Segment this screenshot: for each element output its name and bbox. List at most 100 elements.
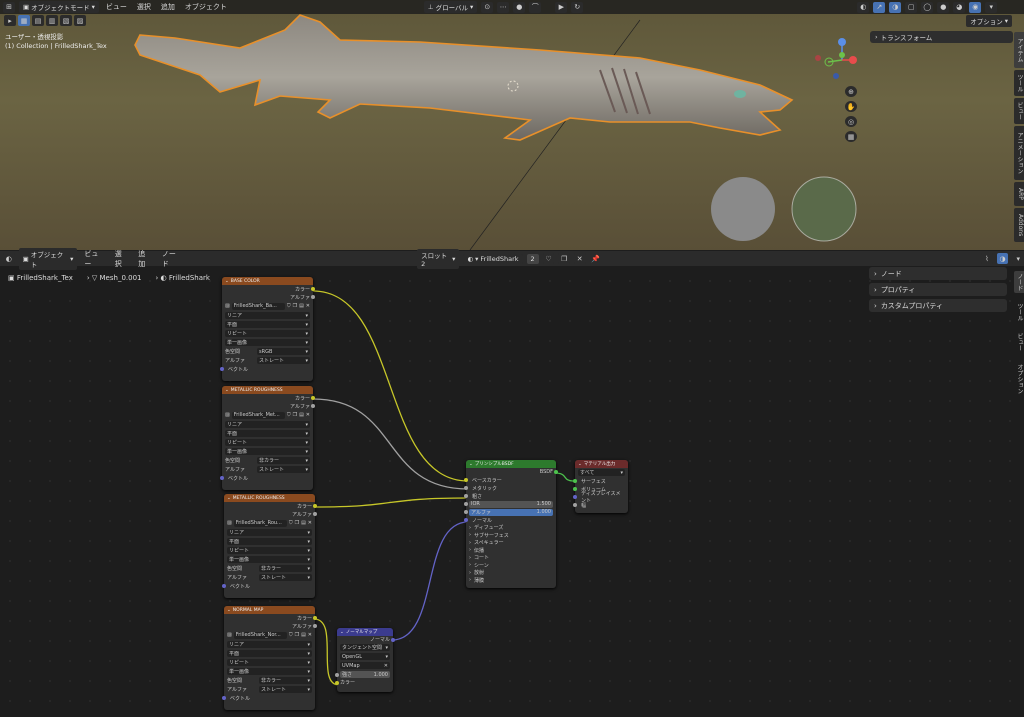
colorspace-dropdown[interactable]: 非カラー ▾ xyxy=(259,565,312,572)
vector-input-socket[interactable] xyxy=(220,476,224,480)
image-field[interactable]: FrilledShark_Met... xyxy=(231,411,285,419)
image-field[interactable]: FrilledShark_Nor... xyxy=(233,631,287,639)
camera-icon[interactable]: ◎ xyxy=(845,116,857,127)
alpha-field[interactable]: アルファ 1.000 xyxy=(469,508,553,516)
vector-input-socket[interactable] xyxy=(220,367,224,371)
3d-viewport[interactable]: ⊞ ▣ オブジェクトモード ▾ ビュー 選択 追加 オブジェクト ⊥ グローバル ▾ ⊙… xyxy=(0,0,1024,250)
normal-map-texture-node[interactable]: ⌄ NORMAL MAP カラー アルファ ▨ FrilledShark_Nor... ⛉ ❐… xyxy=(222,606,317,710)
source-dropdown[interactable]: 単一画像 ▾ xyxy=(225,448,310,455)
normal-map-header[interactable]: ⌄ ノーマルマップ xyxy=(337,628,393,636)
base-color-node[interactable]: ⌄ BASE COLOR カラー アルファ ▨ FrilledShark_Ba... ⛉ ❐ ▤… xyxy=(220,277,315,381)
strength-socket[interactable] xyxy=(335,672,339,677)
basecolor-socket[interactable] xyxy=(464,478,468,482)
roughness-socket[interactable] xyxy=(464,494,468,498)
extension-dropdown[interactable]: リピート ▾ xyxy=(227,547,312,554)
metallic-roughness-node-2[interactable]: ⌄ METALLIC ROUGHNESS カラー アルファ ▨ FrilledShark_… xyxy=(222,494,317,598)
shark-model[interactable] xyxy=(0,0,1010,250)
color-output-socket[interactable] xyxy=(313,616,317,620)
tab-tool[interactable]: ツール xyxy=(1014,70,1024,96)
texture-node-header[interactable]: ⌄ NORMAL MAP xyxy=(224,606,315,614)
duplicate-icon[interactable]: ❐ xyxy=(295,520,299,526)
shield-icon[interactable]: ⛉ xyxy=(289,520,293,526)
colorspace-dropdown[interactable]: sRGB ▾ xyxy=(257,348,310,355)
vector-input-socket[interactable] xyxy=(222,696,226,700)
extension-dropdown[interactable]: リピート ▾ xyxy=(225,330,310,337)
metallic-socket[interactable] xyxy=(464,486,468,490)
colorspace-dropdown[interactable]: 非カラー ▾ xyxy=(257,457,310,464)
normal-map-node[interactable]: ⌄ ノーマルマップ ノーマル タンジェント空間 ▾ OpenGL ▾ UVMap ✕ 強… xyxy=(335,628,395,692)
uvmap-field[interactable]: UVMap ✕ xyxy=(340,662,390,669)
collapse-icon[interactable]: ⌄ xyxy=(227,496,231,501)
extension-dropdown[interactable]: リピート ▾ xyxy=(227,659,312,666)
tab-item[interactable]: アイテム xyxy=(1014,32,1024,68)
bsdf-subpanel-3[interactable]: › 伝播 xyxy=(466,547,556,555)
bsdf-output-socket[interactable] xyxy=(554,470,558,474)
open-folder-icon[interactable]: ▤ xyxy=(301,520,306,526)
bsdf-subpanel-5[interactable]: › シーン xyxy=(466,562,556,570)
tab-addons[interactable]: Addons xyxy=(1014,208,1024,242)
interpolation-dropdown[interactable]: リニア ▾ xyxy=(225,312,310,319)
tab-arp[interactable]: ARP xyxy=(1014,182,1024,206)
close-icon[interactable]: ✕ xyxy=(308,520,312,526)
open-folder-icon[interactable]: ▤ xyxy=(299,303,304,309)
gizmo-z-negative[interactable] xyxy=(833,73,839,79)
gizmo-y-positive[interactable] xyxy=(839,52,845,58)
normal-output-socket[interactable] xyxy=(391,637,395,642)
vector-input-socket[interactable] xyxy=(222,584,226,588)
image-field[interactable]: FrilledShark_Rou... xyxy=(233,519,287,527)
projection-dropdown[interactable]: 平面 ▾ xyxy=(227,650,312,657)
texture-node-header[interactable]: ⌄ METALLIC ROUGHNESS xyxy=(222,386,313,394)
source-dropdown[interactable]: 単一画像 ▾ xyxy=(225,339,310,346)
projection-dropdown[interactable]: 平面 ▾ xyxy=(227,538,312,545)
duplicate-icon[interactable]: ❐ xyxy=(293,412,297,418)
color-input-socket[interactable] xyxy=(335,680,339,685)
alpha-output-socket[interactable] xyxy=(311,404,315,408)
transform-panel[interactable]: › トランスフォーム xyxy=(870,31,1013,43)
zoom-icon[interactable]: ⊕ xyxy=(845,86,857,97)
collapse-icon[interactable]: ⌄ xyxy=(225,279,229,284)
image-field[interactable]: FrilledShark_Ba... xyxy=(231,302,285,310)
displacement-socket[interactable] xyxy=(573,495,577,499)
ior-field[interactable]: IOR 1.500 xyxy=(469,500,553,508)
source-dropdown[interactable]: 単一画像 ▾ xyxy=(227,556,312,563)
material-output-node[interactable]: ⌄ マテリアル出力 すべて ▾ サーフェス ボリューム ディスプレイスメント 幅 xyxy=(573,460,628,513)
projection-dropdown[interactable]: 平面 ▾ xyxy=(225,430,310,437)
grid-icon[interactable]: ▦ xyxy=(845,131,857,142)
shield-icon[interactable]: ⛉ xyxy=(287,412,291,418)
projection-dropdown[interactable]: 平面 ▾ xyxy=(225,321,310,328)
colorspace-dropdown[interactable]: 非カラー ▾ xyxy=(259,677,312,684)
target-dropdown[interactable]: すべて ▾ xyxy=(578,469,625,476)
tab-view[interactable]: ビュー xyxy=(1014,98,1024,124)
material-output-header[interactable]: ⌄ マテリアル出力 xyxy=(575,460,628,468)
duplicate-icon[interactable]: ❐ xyxy=(295,632,299,638)
collapse-icon[interactable]: ⌄ xyxy=(578,462,582,467)
alpha-mode-dropdown[interactable]: ストレート ▾ xyxy=(259,686,312,693)
interpolation-dropdown[interactable]: リニア ▾ xyxy=(225,421,310,428)
gizmo-x-axis[interactable] xyxy=(849,56,857,64)
color-output-socket[interactable] xyxy=(313,504,317,508)
alpha-socket[interactable] xyxy=(464,510,468,514)
collapse-icon[interactable]: ⌄ xyxy=(225,388,229,393)
strength-field[interactable]: 強さ 1.000 xyxy=(340,671,390,678)
uvmode-dropdown[interactable]: OpenGL ▾ xyxy=(340,653,390,660)
shield-icon[interactable]: ⛉ xyxy=(287,303,291,309)
metallic-roughness-node-1[interactable]: ⌄ METALLIC ROUGHNESS カラー アルファ ▨ FrilledShark_… xyxy=(220,386,315,490)
gizmo-z-axis[interactable] xyxy=(838,38,846,46)
collapse-icon[interactable]: ⌄ xyxy=(469,462,473,467)
close-icon[interactable]: ✕ xyxy=(306,412,310,418)
bsdf-subpanel-7[interactable]: › 薄膜 xyxy=(466,577,556,585)
alpha-output-socket[interactable] xyxy=(311,295,315,299)
principled-bsdf-node[interactable]: ⌄ プリンシプルBSDF BSDF ベースカラー メタリック 粗さ IOR 1.50… xyxy=(464,460,558,588)
ior-socket[interactable] xyxy=(464,502,468,506)
volume-socket[interactable] xyxy=(573,487,577,491)
gizmo-x-negative[interactable] xyxy=(815,55,821,61)
color-output-socket[interactable] xyxy=(311,396,315,400)
shield-icon[interactable]: ⛉ xyxy=(289,632,293,638)
space-dropdown[interactable]: タンジェント空間 ▾ xyxy=(340,644,390,651)
alpha-mode-dropdown[interactable]: ストレート ▾ xyxy=(257,466,310,473)
source-dropdown[interactable]: 単一画像 ▾ xyxy=(227,668,312,675)
alpha-output-socket[interactable] xyxy=(313,512,317,516)
close-icon[interactable]: ✕ xyxy=(384,663,388,669)
color-output-socket[interactable] xyxy=(311,287,315,291)
collapse-icon[interactable]: ⌄ xyxy=(227,608,231,613)
